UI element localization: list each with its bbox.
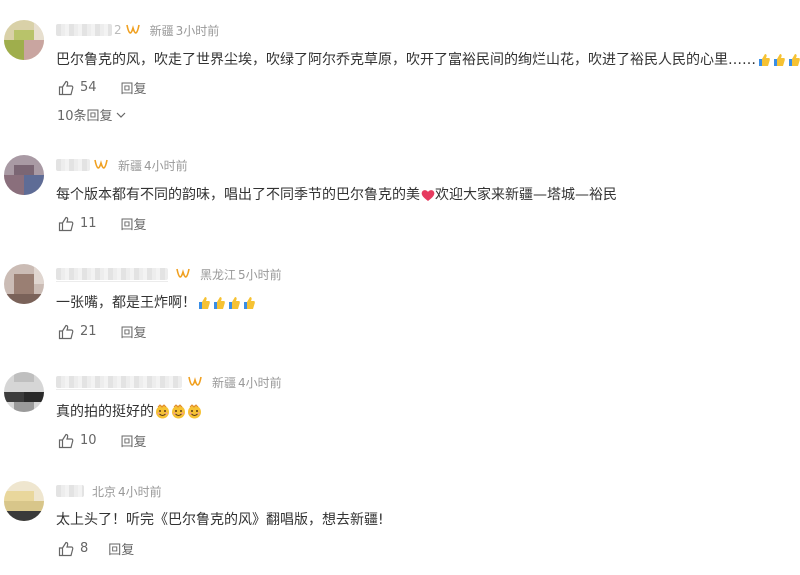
like-button[interactable]: 10 bbox=[58, 433, 97, 449]
comment-actions: 11 回复 bbox=[58, 214, 147, 233]
thumbs-up-icon bbox=[212, 296, 226, 316]
like-count: 11 bbox=[80, 216, 97, 231]
thumbs-up-icon bbox=[197, 296, 211, 316]
reply-button[interactable]: 回复 bbox=[121, 214, 147, 233]
comment-text: 真的拍的挺好的 bbox=[56, 402, 800, 425]
timestamp: 5小时前 bbox=[238, 267, 282, 282]
thumbs-up-icon bbox=[227, 296, 241, 316]
thumbs-up-icon bbox=[787, 53, 800, 73]
thumbs-up-outline-icon bbox=[58, 541, 74, 556]
username-blurred[interactable] bbox=[56, 376, 182, 390]
comment-meta: 黑龙江 5小时前 bbox=[56, 266, 282, 282]
reply-button[interactable]: 回复 bbox=[121, 431, 147, 450]
like-button[interactable]: 8 bbox=[58, 541, 88, 557]
like-count: 21 bbox=[80, 324, 97, 339]
timestamp: 4小时前 bbox=[238, 375, 282, 390]
avatar[interactable] bbox=[4, 264, 44, 304]
reply-button[interactable]: 回复 bbox=[121, 322, 147, 341]
like-button[interactable]: 11 bbox=[58, 216, 97, 232]
vip-badge-icon bbox=[94, 159, 108, 169]
comment-meta: 新疆 4小时前 bbox=[56, 157, 188, 173]
thumbs-up-icon bbox=[242, 296, 256, 316]
like-count: 8 bbox=[80, 541, 89, 556]
like-button[interactable]: 54 bbox=[58, 80, 97, 96]
thumbs-up-icon bbox=[757, 53, 771, 73]
view-replies-link[interactable]: 10条回复 bbox=[57, 105, 126, 124]
vip-badge-icon bbox=[125, 24, 140, 34]
location: 新疆 bbox=[149, 23, 174, 38]
thumbs-up-icon bbox=[772, 53, 786, 73]
comment-text: 巴尔鲁克的风，吹走了世界尘埃，吹绿了阿尔乔克草原，吹开了富裕民间的绚烂山花，吹进… bbox=[56, 50, 800, 73]
avatar[interactable] bbox=[4, 20, 44, 60]
username-blurred[interactable] bbox=[56, 24, 112, 36]
smile-face-icon bbox=[155, 404, 170, 425]
comment-text: 一张嘴，都是王炸啊！ bbox=[56, 293, 800, 316]
comment-meta: 北京 4小时前 bbox=[56, 483, 162, 499]
timestamp: 3小时前 bbox=[175, 23, 220, 38]
location: 黑龙江 bbox=[200, 267, 237, 282]
username-blurred[interactable] bbox=[56, 159, 90, 171]
location: 新疆 bbox=[118, 158, 143, 173]
comment-text: 太上头了！听完《巴尔鲁克的风》翻唱版，想去新疆! bbox=[56, 512, 384, 528]
heart-icon bbox=[421, 188, 435, 208]
comment-actions: 8 回复 bbox=[58, 539, 134, 558]
location: 新疆 bbox=[212, 375, 237, 390]
thumbs-up-outline-icon bbox=[58, 216, 74, 231]
location: 北京 bbox=[92, 484, 117, 499]
timestamp: 4小时前 bbox=[118, 484, 162, 499]
comment-text: 每个版本都有不同的韵味，唱出了不同季节的巴尔鲁克的美 欢迎大家来新疆—塔城—裕民 bbox=[56, 185, 800, 208]
avatar[interactable] bbox=[4, 155, 44, 195]
smile-face-icon bbox=[187, 404, 202, 425]
thumbs-up-outline-icon bbox=[58, 433, 74, 448]
reply-button[interactable]: 回复 bbox=[108, 539, 134, 558]
like-button[interactable]: 21 bbox=[58, 324, 97, 340]
reply-button[interactable]: 回复 bbox=[121, 78, 147, 97]
comment-actions: 21 回复 bbox=[58, 322, 147, 341]
comment-meta: 新疆 4小时前 bbox=[56, 374, 282, 390]
thumbs-up-outline-icon bbox=[58, 324, 74, 339]
vip-badge-icon bbox=[188, 376, 202, 386]
username-suffix: 2 bbox=[114, 23, 122, 37]
thumbs-up-outline-icon bbox=[58, 80, 74, 95]
chevron-down-icon bbox=[116, 112, 125, 118]
like-count: 10 bbox=[80, 433, 97, 448]
username-blurred[interactable] bbox=[56, 485, 84, 497]
avatar[interactable] bbox=[4, 372, 44, 412]
avatar[interactable] bbox=[4, 481, 44, 521]
comment-actions: 10 回复 bbox=[58, 431, 147, 450]
vip-badge-icon bbox=[176, 268, 190, 278]
smile-face-icon bbox=[171, 404, 186, 425]
timestamp: 4小时前 bbox=[144, 158, 188, 173]
like-count: 54 bbox=[80, 80, 97, 95]
comment-meta: 2 新疆 3小时前 bbox=[56, 22, 219, 38]
username-blurred[interactable] bbox=[56, 268, 168, 282]
comment-actions: 54 回复 bbox=[58, 78, 147, 97]
